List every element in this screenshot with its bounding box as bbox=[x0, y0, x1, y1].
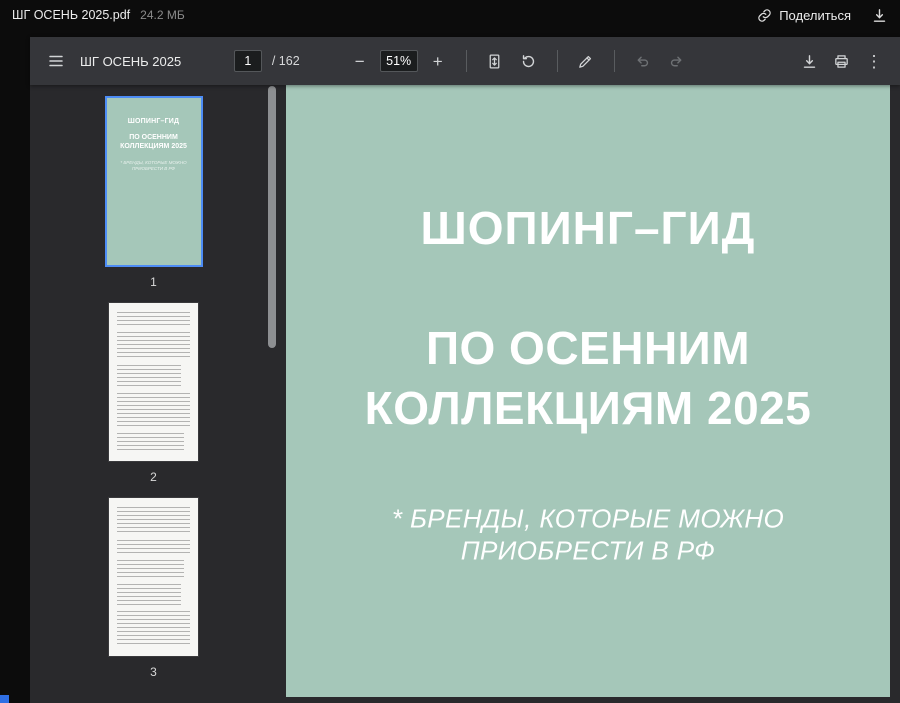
mock-text-lines bbox=[117, 507, 190, 535]
document-page-1: ШОПИНГ–ГИД ПО ОСЕННИМ КОЛЛЕКЦИЯМ 2025 * … bbox=[286, 85, 890, 697]
thumbnail-page-number: 3 bbox=[150, 665, 157, 679]
zoom-out-button[interactable]: − bbox=[346, 47, 374, 75]
header-download-button[interactable] bbox=[871, 7, 888, 24]
mock-text-lines bbox=[117, 393, 190, 429]
rotate-button[interactable] bbox=[515, 47, 543, 75]
mock-text-lines bbox=[117, 584, 181, 607]
zoom-in-button[interactable]: + bbox=[424, 47, 452, 75]
page-number-input[interactable] bbox=[234, 50, 262, 72]
file-name: ШГ ОСЕНЬ 2025.pdf bbox=[12, 8, 130, 22]
corner-artifact bbox=[0, 695, 9, 703]
thumbnail-item-1[interactable]: ШОПИНГ–ГИД ПО ОСЕННИМ КОЛЛЕКЦИЯМ 2025 * … bbox=[30, 96, 277, 289]
more-options-button[interactable]: ⋮ bbox=[860, 47, 888, 75]
pdf-toolbar: ШГ ОСЕНЬ 2025 / 162 − 51% + bbox=[30, 37, 900, 85]
share-button[interactable]: Поделиться bbox=[757, 8, 851, 23]
thumbnail-item-2[interactable]: 2 bbox=[30, 302, 277, 484]
share-icon bbox=[757, 8, 772, 23]
thumbnail-page-2[interactable] bbox=[108, 302, 199, 462]
sidebar-toggle-button[interactable] bbox=[42, 47, 70, 75]
thumbnail-page-3[interactable] bbox=[108, 497, 199, 657]
thumbnail-page-number: 1 bbox=[150, 275, 157, 289]
mock-text-lines bbox=[117, 365, 181, 388]
thumbnail-page-number: 2 bbox=[150, 470, 157, 484]
mock-text-lines bbox=[117, 332, 190, 360]
thumbnail-panel: ШОПИНГ–ГИД ПО ОСЕННИМ КОЛЛЕКЦИЯМ 2025 * … bbox=[30, 85, 277, 703]
mock-text-lines bbox=[117, 611, 190, 647]
cover-footnote: * БРЕНДЫ, КОТОРЫЕ МОЖНО ПРИОБРЕСТИ В РФ bbox=[358, 502, 818, 567]
kebab-icon: ⋮ bbox=[865, 53, 882, 70]
thumb-cover-footnote: * БРЕНДЫ, КОТОРЫЕ МОЖНО ПРИОБРЕСТИ В РФ bbox=[107, 160, 201, 172]
document-view: ШОПИНГ–ГИД ПО ОСЕННИМ КОЛЛЕКЦИЯМ 2025 * … bbox=[277, 85, 900, 703]
toolbar-separator bbox=[557, 50, 558, 72]
plus-icon: + bbox=[433, 53, 443, 70]
mock-text-lines bbox=[117, 433, 184, 452]
pdf-viewer: ШГ ОСЕНЬ 2025 / 162 − 51% + bbox=[30, 37, 900, 703]
document-title: ШГ ОСЕНЬ 2025 bbox=[80, 54, 181, 69]
page-count-label: / 162 bbox=[272, 54, 300, 68]
undo-button[interactable] bbox=[629, 47, 657, 75]
file-size: 24.2 МБ bbox=[140, 8, 185, 22]
thumbnail-scrollbar[interactable] bbox=[268, 86, 276, 348]
fit-to-page-button[interactable] bbox=[481, 47, 509, 75]
mock-text-lines bbox=[117, 540, 190, 555]
download-button[interactable] bbox=[796, 47, 824, 75]
annotate-button[interactable] bbox=[572, 47, 600, 75]
zoom-level-display[interactable]: 51% bbox=[380, 50, 418, 72]
minus-icon: − bbox=[355, 53, 365, 70]
share-label: Поделиться bbox=[779, 8, 851, 23]
redo-button[interactable] bbox=[663, 47, 691, 75]
cover-subtitle: ПО ОСЕННИМ КОЛЛЕКЦИЯМ 2025 bbox=[308, 319, 868, 439]
pdf-preview-window: ШГ ОСЕНЬ 2025.pdf 24.2 МБ Поделиться ШГ … bbox=[0, 0, 900, 703]
thumbnail-page-1-selected[interactable]: ШОПИНГ–ГИД ПО ОСЕННИМ КОЛЛЕКЦИЯМ 2025 * … bbox=[105, 96, 203, 267]
print-button[interactable] bbox=[828, 47, 856, 75]
thumb-cover-subtitle: ПО ОСЕННИМ КОЛЛЕКЦИЯМ 2025 bbox=[107, 133, 201, 152]
thumb-cover-title: ШОПИНГ–ГИД bbox=[107, 118, 201, 125]
cover-title: ШОПИНГ–ГИД bbox=[286, 201, 890, 255]
toolbar-separator bbox=[466, 50, 467, 72]
top-header-bar: ШГ ОСЕНЬ 2025.pdf 24.2 МБ Поделиться bbox=[0, 0, 900, 30]
mock-text-lines bbox=[117, 312, 190, 327]
thumbnail-item-3[interactable]: 3 bbox=[30, 497, 277, 679]
toolbar-separator bbox=[614, 50, 615, 72]
mock-text-lines bbox=[117, 560, 184, 579]
